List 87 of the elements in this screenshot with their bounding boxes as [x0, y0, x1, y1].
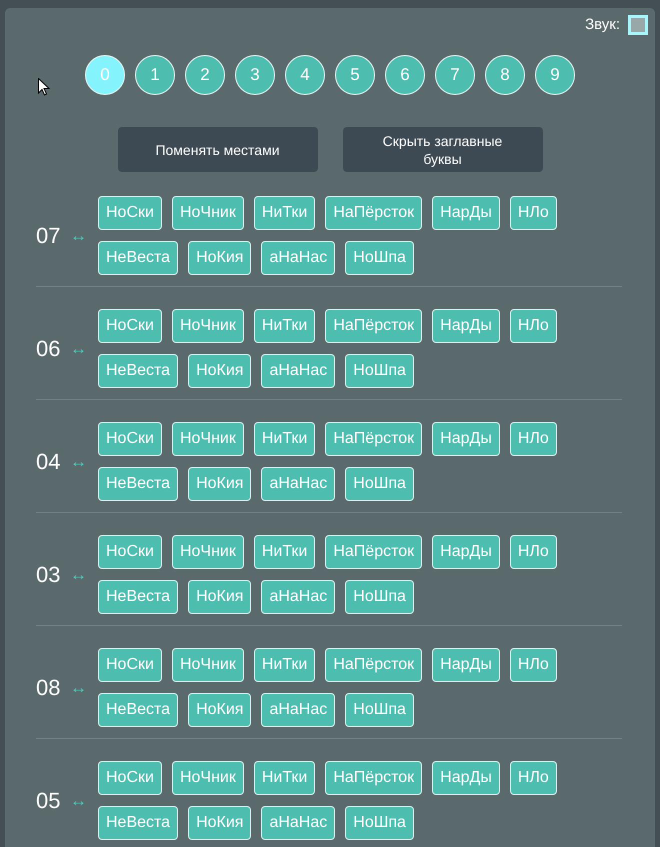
word-tile[interactable]: НоЧник [172, 309, 244, 343]
digit-button[interactable]: 6 [385, 55, 425, 95]
digit-button[interactable]: 2 [185, 55, 225, 95]
sound-label: Звук: [585, 14, 620, 35]
word-tile[interactable]: НеВеста [98, 354, 178, 388]
word-tile[interactable]: НаПёрсток [325, 761, 422, 795]
word-tile[interactable]: НЛо [510, 761, 557, 795]
group-number: 04 [36, 450, 62, 472]
word-tile[interactable]: НаПёрсток [325, 196, 422, 230]
word-tile[interactable]: НоКия [188, 806, 252, 840]
group-number: 03 [36, 564, 62, 586]
group-number: 08 [36, 676, 62, 698]
swap-arrow[interactable]: ↔ [70, 227, 90, 244]
swap-arrow[interactable]: ↔ [70, 453, 90, 470]
word-tile[interactable]: НеВеста [98, 693, 178, 727]
word-tile[interactable]: НиТки [254, 535, 316, 569]
group-number: 07 [36, 224, 62, 246]
word-tile[interactable]: НоЧник [172, 535, 244, 569]
word-tile[interactable]: аНаНас [261, 241, 336, 275]
swap-arrow[interactable]: ↔ [70, 566, 90, 583]
group-number: 05 [36, 790, 62, 812]
word-tile[interactable]: аНаНас [261, 467, 336, 501]
word-tile[interactable]: НеВеста [98, 806, 178, 840]
word-tile[interactable]: НоШпа [345, 241, 414, 275]
word-tile[interactable]: НоСки [98, 648, 162, 682]
word-tile[interactable]: НоКия [188, 467, 252, 501]
digit-button[interactable]: 3 [235, 55, 275, 95]
digit-button[interactable]: 1 [135, 55, 175, 95]
word-tile[interactable]: НЛо [510, 535, 557, 569]
word-tile[interactable]: НиТки [254, 196, 316, 230]
word-tile[interactable]: НоКия [188, 580, 252, 614]
word-tile[interactable]: НоШпа [345, 467, 414, 501]
word-tile[interactable]: аНаНас [261, 693, 336, 727]
word-tile[interactable]: аНаНас [261, 580, 336, 614]
word-tile[interactable]: НоСки [98, 535, 162, 569]
word-tile[interactable]: НарДы [432, 648, 500, 682]
word-tile[interactable]: НиТки [254, 422, 316, 456]
word-tile[interactable]: НаПёрсток [325, 535, 422, 569]
digit-button[interactable]: 0 [85, 55, 125, 95]
word-tile[interactable]: НаПёрсток [325, 422, 422, 456]
word-tile[interactable]: НарДы [432, 761, 500, 795]
word-tile[interactable]: НоКия [188, 354, 252, 388]
word-tile[interactable]: НЛо [510, 309, 557, 343]
digit-button[interactable]: 8 [485, 55, 525, 95]
mouse-pointer-icon [38, 78, 50, 96]
word-tile[interactable]: НоШпа [345, 354, 414, 388]
action-button[interactable]: Скрыть заглавные буквы [342, 127, 542, 172]
word-tile[interactable]: НеВеста [98, 467, 178, 501]
word-tile[interactable]: НарДы [432, 535, 500, 569]
word-tile[interactable]: НиТки [254, 309, 316, 343]
swap-arrow[interactable]: ↔ [70, 679, 90, 696]
word-tile[interactable]: НоЧник [172, 761, 244, 795]
digit-button[interactable]: 4 [285, 55, 325, 95]
word-tile[interactable]: НарДы [432, 196, 500, 230]
word-tile[interactable]: НоКия [188, 693, 252, 727]
digit-button[interactable]: 5 [335, 55, 375, 95]
word-tile[interactable]: НоСки [98, 422, 162, 456]
word-tile[interactable]: НоСки [98, 309, 162, 343]
word-tile[interactable]: НеВеста [98, 241, 178, 275]
word-tile[interactable]: НЛо [510, 196, 557, 230]
word-tile[interactable]: НаПёрсток [325, 309, 422, 343]
action-button[interactable]: Поменять местами [118, 127, 318, 172]
word-tile[interactable]: НоШпа [345, 580, 414, 614]
word-tile[interactable]: НарДы [432, 422, 500, 456]
group-number: 06 [36, 338, 62, 360]
word-tile[interactable]: НаПёрсток [325, 648, 422, 682]
word-tile[interactable]: НоСки [98, 196, 162, 230]
word-tile[interactable]: НоШпа [345, 693, 414, 727]
word-tile[interactable]: НеВеста [98, 580, 178, 614]
word-tile[interactable]: НЛо [510, 422, 557, 456]
word-tile[interactable]: НоЧник [172, 648, 244, 682]
word-tile[interactable]: аНаНас [261, 354, 336, 388]
word-tile[interactable]: НиТки [254, 761, 316, 795]
word-tile[interactable]: НоКия [188, 241, 252, 275]
swap-arrow[interactable]: ↔ [70, 340, 90, 357]
sound-checkbox[interactable] [628, 15, 648, 35]
word-tile[interactable]: НоШпа [345, 806, 414, 840]
word-tile[interactable]: НоЧник [172, 196, 244, 230]
word-tile[interactable]: НиТки [254, 648, 316, 682]
digit-button[interactable]: 7 [435, 55, 475, 95]
swap-arrow[interactable]: ↔ [70, 792, 90, 809]
word-tile[interactable]: НарДы [432, 309, 500, 343]
word-tile[interactable]: аНаНас [261, 806, 336, 840]
digit-button[interactable]: 9 [535, 55, 575, 95]
word-tile[interactable]: НоЧник [172, 422, 244, 456]
word-tile[interactable]: НоСки [98, 761, 162, 795]
word-tile[interactable]: НЛо [510, 648, 557, 682]
